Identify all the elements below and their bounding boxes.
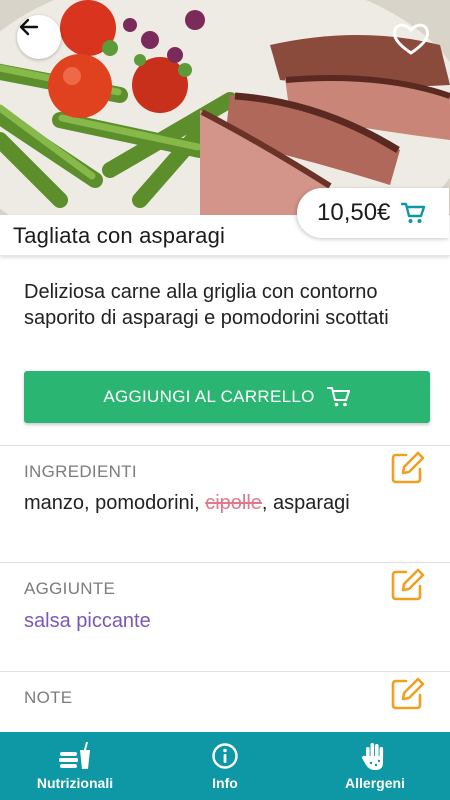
edit-icon xyxy=(391,451,425,484)
cart-icon xyxy=(326,386,351,408)
nav-label-info: Info xyxy=(212,775,238,791)
price-cart-button[interactable]: 10,50€ xyxy=(297,188,449,238)
nav-label-nutrizionali: Nutrizionali xyxy=(36,775,114,791)
back-button[interactable] xyxy=(17,15,61,59)
dish-photo xyxy=(0,0,450,215)
nutrition-icon xyxy=(57,741,93,771)
info-icon xyxy=(211,741,239,771)
divider xyxy=(0,671,450,672)
arrow-left-icon xyxy=(19,18,39,36)
ingredients-label: INGREDIENTI xyxy=(24,462,137,481)
edit-notes-button[interactable] xyxy=(389,676,425,712)
edit-ingredients-button[interactable] xyxy=(389,450,425,486)
additions-value: salsa piccante xyxy=(24,610,151,632)
removed-ingredient: cipolle xyxy=(205,492,262,514)
heart-icon xyxy=(392,23,430,55)
edit-icon xyxy=(391,677,425,710)
nav-item-nutrizionali[interactable]: Nutrizionali xyxy=(0,732,150,800)
divider xyxy=(0,445,450,446)
allergen-hand-icon xyxy=(361,741,389,771)
ingredients-list-start: manzo, pomodorini, xyxy=(24,492,206,514)
additions-label: AGGIUNTE xyxy=(24,579,116,598)
notes-label: NOTE xyxy=(24,688,73,707)
cart-icon xyxy=(400,201,426,225)
divider xyxy=(0,562,450,563)
edit-additions-button[interactable] xyxy=(389,567,425,603)
edit-icon xyxy=(391,568,425,601)
nav-label-allergeni: Allergeni xyxy=(345,775,405,791)
dish-title: Tagliata con asparagi xyxy=(13,223,226,248)
dish-price: 10,50€ xyxy=(317,199,391,226)
ingredients-list-end: , asparagi xyxy=(261,492,350,514)
add-to-cart-label: AGGIUNGI AL CARRELLO xyxy=(103,387,315,406)
favorite-button[interactable] xyxy=(390,18,432,60)
nav-item-info[interactable]: Info xyxy=(150,732,300,800)
nav-item-allergeni[interactable]: Allergeni xyxy=(300,732,450,800)
dish-image xyxy=(0,0,450,215)
add-to-cart-button[interactable]: AGGIUNGI AL CARRELLO xyxy=(24,371,430,423)
ingredients-value: manzo, pomodorini, cipolle, asparagi xyxy=(24,492,350,515)
dish-description: Deliziosa carne alla griglia con contorn… xyxy=(24,281,389,329)
bottom-nav: Nutrizionali Info Allergeni xyxy=(0,732,450,800)
